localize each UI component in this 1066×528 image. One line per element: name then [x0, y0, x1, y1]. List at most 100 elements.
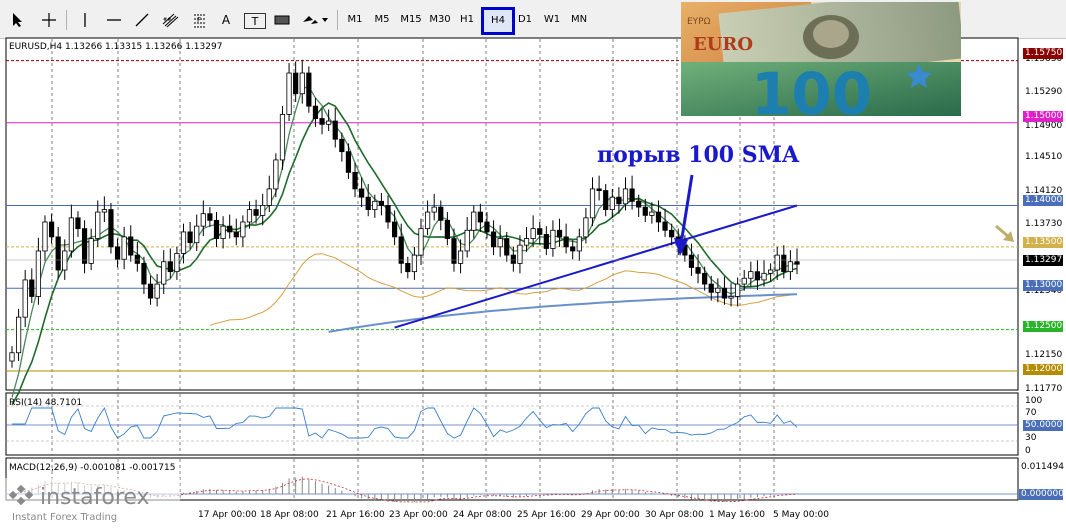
- candle-body: [464, 229, 470, 252]
- candle-body: [260, 205, 266, 216]
- time-label: 25 Apr 16:00: [517, 510, 576, 520]
- candle-body: [319, 118, 325, 125]
- rsi-axis-label: 70: [1025, 408, 1037, 418]
- candle-body: [695, 267, 701, 274]
- candle-body: [662, 221, 668, 231]
- candle-body: [444, 219, 450, 239]
- candle-body: [392, 221, 398, 238]
- candle-body: [570, 246, 576, 252]
- candle-body: [29, 279, 35, 297]
- candle-body: [154, 283, 160, 299]
- candle-body: [352, 171, 358, 190]
- candle-body: [121, 236, 127, 260]
- price-axis-label: 1.13730: [1025, 219, 1063, 229]
- macd-title: MACD(12,26,9) -0.001081 -0.001715: [9, 463, 176, 473]
- candle-body: [187, 231, 193, 244]
- candle-body: [715, 287, 721, 293]
- logo-brand: instaforex: [40, 485, 150, 510]
- candle-body: [312, 105, 319, 119]
- candle-body: [649, 211, 655, 216]
- candle-body: [477, 211, 483, 223]
- candle-body: [220, 225, 226, 239]
- candle-body: [556, 229, 563, 238]
- candle-body: [101, 209, 107, 213]
- candle-body: [266, 188, 272, 206]
- time-label: 23 Apr 00:00: [389, 510, 448, 520]
- candle-body: [345, 151, 352, 173]
- candle-body: [636, 200, 642, 208]
- time-label: 30 Apr 08:00: [645, 510, 704, 520]
- current-price-label: 1.13297: [1023, 255, 1063, 266]
- candle-body: [128, 236, 134, 256]
- candle-body: [253, 209, 259, 216]
- candle-body: [471, 211, 477, 231]
- candle-body: [741, 277, 747, 285]
- candle-body: [708, 283, 714, 293]
- price-axis-label: 1.14900: [1025, 121, 1063, 131]
- candle-body: [530, 228, 536, 239]
- candle-body: [543, 234, 549, 249]
- level-label: 1.12500: [1023, 321, 1063, 332]
- candle-body: [108, 209, 114, 248]
- candle-body: [246, 209, 253, 223]
- candle-body: [781, 254, 787, 273]
- annotation-text: порыв 100 SMA: [597, 142, 800, 168]
- candle-body: [438, 206, 444, 221]
- macd-zero-label: 0.000000: [1019, 489, 1064, 500]
- candle-body: [88, 238, 94, 264]
- candle-body: [629, 188, 635, 202]
- candle-body: [576, 236, 582, 252]
- candle-body: [484, 221, 490, 233]
- level-label: 1.15000: [1023, 111, 1063, 122]
- candle-body: [55, 236, 61, 271]
- candle-body: [48, 221, 55, 238]
- candle-body: [609, 196, 615, 210]
- candle-body: [398, 236, 404, 264]
- candle-body: [15, 316, 22, 354]
- price-axis-label: 1.12150: [1025, 350, 1063, 360]
- chart-title: EURUSD,H4 1.13266 1.13315 1.13266 1.1329…: [9, 42, 223, 52]
- candle-body: [161, 261, 167, 285]
- banner-euro-text: EURO: [693, 34, 753, 55]
- candle-body: [332, 120, 338, 140]
- time-label: 18 Apr 08:00: [260, 510, 319, 520]
- candle-body: [365, 196, 371, 210]
- candle-body: [550, 229, 556, 249]
- candle-body: [794, 261, 800, 265]
- candle-body: [194, 225, 200, 244]
- macd-axis-label: 0.011494: [1021, 462, 1064, 472]
- candle-body: [616, 196, 622, 205]
- candle-body: [378, 200, 385, 206]
- candle-body: [510, 254, 516, 264]
- instaforex-logo: instaforex Instant Forex Trading: [4, 478, 180, 524]
- candle-body: [754, 271, 761, 281]
- candle-body: [589, 188, 596, 219]
- candle-body: [299, 72, 305, 95]
- candle-body: [180, 231, 187, 254]
- time-label: 5 May 00:00: [773, 510, 829, 520]
- candle-body: [721, 287, 728, 299]
- candle-body: [233, 231, 239, 238]
- candle-body: [9, 352, 15, 362]
- candle-body: [563, 236, 569, 248]
- candle-body: [279, 114, 286, 161]
- candle-body: [114, 246, 121, 260]
- candle-body: [293, 72, 299, 95]
- candle-body: [768, 269, 774, 274]
- candle-body: [75, 217, 81, 230]
- candle-body: [207, 213, 213, 221]
- candle-body: [81, 228, 88, 264]
- time-label: 29 Apr 00:00: [581, 510, 640, 520]
- candle-body: [622, 188, 629, 205]
- candle-body: [339, 138, 345, 153]
- candle-body: [735, 283, 741, 297]
- banner-image: EURO 100 EYPΩ: [681, 2, 961, 116]
- candle-body: [286, 72, 292, 115]
- level-label: 1.13500: [1023, 237, 1063, 248]
- candle-body: [147, 283, 154, 299]
- candle-body: [748, 271, 754, 279]
- candle-body: [200, 213, 206, 227]
- candle-body: [424, 211, 431, 230]
- candle-body: [669, 229, 675, 238]
- candle-body: [95, 211, 101, 239]
